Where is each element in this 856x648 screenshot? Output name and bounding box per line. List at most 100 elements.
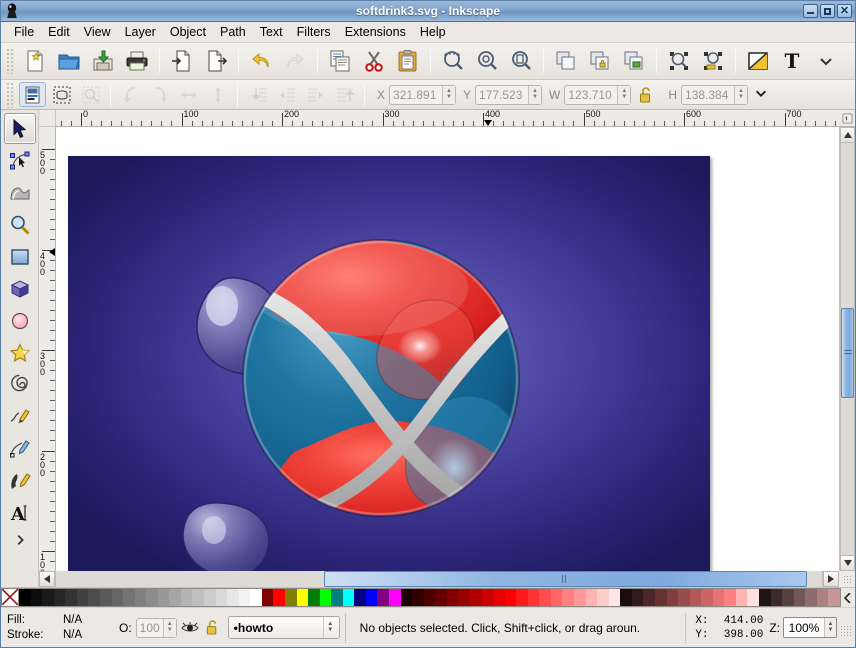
palette-swatch[interactable] xyxy=(377,589,389,606)
x-field[interactable]: ▲▼ xyxy=(389,84,457,105)
palette-swatch[interactable] xyxy=(400,589,413,606)
palette-swatch[interactable] xyxy=(146,589,158,606)
window-resize-grip[interactable] xyxy=(840,625,851,636)
zoom-spinner[interactable]: ▲ ▼ xyxy=(824,618,836,637)
palette-swatch[interactable] xyxy=(574,589,586,606)
flip-horizontal-button[interactable] xyxy=(175,82,202,107)
rectangle-tool[interactable] xyxy=(4,241,36,272)
menu-view[interactable]: View xyxy=(77,23,118,41)
palette-swatch[interactable] xyxy=(770,589,783,606)
palette-swatch[interactable] xyxy=(389,589,401,606)
palette-swatch[interactable] xyxy=(423,589,436,606)
palette-swatch[interactable] xyxy=(88,589,100,606)
palette-swatch[interactable] xyxy=(65,589,77,606)
palette-swatch[interactable] xyxy=(42,589,54,606)
scroll-right-button[interactable] xyxy=(823,571,839,587)
close-button[interactable]: ✕ xyxy=(837,4,852,18)
h-spinner[interactable]: ▲ ▼ xyxy=(734,85,748,104)
palette-swatch[interactable] xyxy=(643,589,655,606)
opacity-spinner[interactable]: ▲ ▼ xyxy=(162,618,176,637)
palette-swatch[interactable] xyxy=(53,589,66,606)
group-button[interactable] xyxy=(584,46,616,77)
menu-help[interactable]: Help xyxy=(413,23,453,41)
open-folder-button[interactable] xyxy=(53,46,85,77)
import-button[interactable] xyxy=(166,46,198,77)
select-all-button[interactable] xyxy=(19,82,46,107)
palette-swatch[interactable] xyxy=(319,589,332,606)
palette-swatch[interactable] xyxy=(469,589,482,606)
ruler-units-button[interactable] xyxy=(839,110,855,127)
palette-swatch[interactable] xyxy=(654,589,667,606)
palette-swatch[interactable] xyxy=(273,589,285,606)
menu-file[interactable]: File xyxy=(7,23,41,41)
no-color-x-icon[interactable] xyxy=(1,588,19,607)
tool-controls-grip[interactable] xyxy=(6,81,15,108)
raise-one-step-button[interactable] xyxy=(302,82,329,107)
palette-swatch[interactable] xyxy=(562,589,574,606)
ellipse-tool[interactable] xyxy=(4,305,36,336)
lower-one-step-button[interactable] xyxy=(273,82,300,107)
palette-swatch[interactable] xyxy=(134,589,147,606)
palette-swatch[interactable] xyxy=(261,589,274,606)
zoom-drawing-button[interactable] xyxy=(471,46,503,77)
vertical-ruler[interactable]: 500 400 300 200 100 xyxy=(39,127,56,571)
toolbar-grip[interactable] xyxy=(6,48,15,74)
palette-swatch[interactable] xyxy=(585,589,598,606)
layer-selector[interactable]: •howto ▲ ▼ xyxy=(227,616,340,639)
palette-swatch[interactable] xyxy=(620,589,632,606)
layer-dropdown-arrows[interactable]: ▲ ▼ xyxy=(322,617,337,638)
palette-swatch[interactable] xyxy=(365,589,378,606)
bezier-pen-tool[interactable] xyxy=(4,433,36,464)
palette-swatch[interactable] xyxy=(793,589,806,606)
zoom-tool[interactable] xyxy=(4,209,36,240)
palette-swatch[interactable] xyxy=(180,589,193,606)
new-document-button[interactable] xyxy=(19,46,51,77)
h-field[interactable]: ▲▼ xyxy=(681,84,749,105)
palette-swatch[interactable] xyxy=(550,589,563,606)
spiral-tool[interactable] xyxy=(4,369,36,400)
calligraphy-tool[interactable] xyxy=(4,465,36,496)
palette-swatch[interactable] xyxy=(516,589,528,606)
palette-swatch[interactable] xyxy=(608,589,621,606)
export-button[interactable] xyxy=(200,46,232,77)
scissors-icon[interactable] xyxy=(358,46,390,77)
scroll-up-button[interactable] xyxy=(840,127,855,143)
box3d-tool[interactable] xyxy=(4,273,36,304)
fill-stroke-dialog-button[interactable] xyxy=(742,46,774,77)
palette-swatch[interactable] xyxy=(204,589,216,606)
horizontal-ruler[interactable]: 0 100 200 300 400 500 600 700 xyxy=(56,110,839,127)
horizontal-scrollbar[interactable] xyxy=(39,571,839,587)
vertical-scroll-thumb[interactable] xyxy=(841,307,854,399)
menu-layer[interactable]: Layer xyxy=(118,23,163,41)
flip-vertical-button[interactable] xyxy=(204,82,231,107)
deselect-button[interactable] xyxy=(77,82,104,107)
palette-swatch[interactable] xyxy=(805,589,817,606)
palette-swatch[interactable] xyxy=(296,589,309,606)
palette-swatch[interactable] xyxy=(342,589,355,606)
opacity-control[interactable]: O: ▲▼ xyxy=(119,617,177,638)
palette-swatch[interactable] xyxy=(481,589,494,606)
maximize-button[interactable] xyxy=(820,4,835,18)
menu-object[interactable]: Object xyxy=(163,23,213,41)
palette-swatch[interactable] xyxy=(597,589,609,606)
palette-swatch[interactable] xyxy=(215,589,228,606)
scroll-down-button[interactable] xyxy=(840,555,855,571)
zoom-field[interactable]: 100% ▲ ▼ xyxy=(783,617,837,638)
opacity-field[interactable]: ▲▼ xyxy=(135,617,177,638)
toolbar-overflow-chevron-down-icon[interactable] xyxy=(810,46,842,77)
palette-swatch[interactable] xyxy=(527,589,540,606)
w-spinner[interactable]: ▲ ▼ xyxy=(617,85,631,104)
palette-swatch[interactable] xyxy=(30,589,43,606)
palette-swatch[interactable] xyxy=(99,589,112,606)
palette-swatch[interactable] xyxy=(76,589,89,606)
text-tool[interactable]: A xyxy=(4,497,36,528)
menu-filters[interactable]: Filters xyxy=(290,23,338,41)
palette-swatch[interactable] xyxy=(446,589,459,606)
node-editor-tool[interactable] xyxy=(4,145,36,176)
palette-swatch[interactable] xyxy=(735,589,748,606)
palette-swatch[interactable] xyxy=(458,589,470,606)
selector-tool[interactable] xyxy=(3,113,36,144)
eye-icon[interactable] xyxy=(180,618,200,638)
fill-stroke-indicator[interactable]: Fill: N/A Stroke: N/A xyxy=(3,613,119,643)
horizontal-scroll-thumb[interactable] xyxy=(324,571,807,587)
